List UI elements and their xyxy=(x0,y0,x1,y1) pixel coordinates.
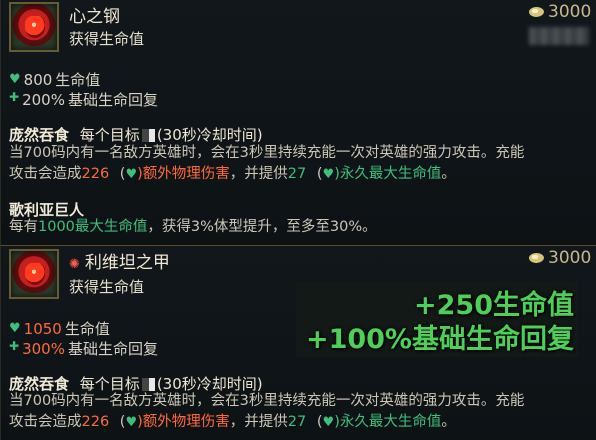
item-cost: 3000 xyxy=(529,2,591,22)
desc-text: ，获得3%体型提升，至多至30%。 xyxy=(147,219,377,235)
item-subtitle: 获得生命值 xyxy=(69,278,145,296)
max-hp-value: 27 xyxy=(287,166,307,182)
heart-icon: ♥ xyxy=(9,72,21,87)
stat-health-label: 生命值 xyxy=(64,320,110,338)
stat-health-label: 生命值 xyxy=(55,71,101,89)
max-hp-value: 27 xyxy=(287,414,307,430)
regen-icon: ✚ xyxy=(9,338,20,353)
leviathan-item-icon xyxy=(9,249,59,299)
heartsteel-item-icon xyxy=(9,2,59,52)
stat-health-value: 800 xyxy=(23,70,53,89)
blurred-region xyxy=(529,27,589,45)
max-hp-label: )永久最大生命值 xyxy=(334,414,442,430)
bonus-damage-label: )额外物理伤害 xyxy=(137,166,230,182)
passive-desc-line2: 攻击会造成226 (♥)额外物理伤害，并提供27 (♥)永久最大生命值。 xyxy=(9,164,524,185)
item-name: ✺ 利维坦之甲 xyxy=(69,248,170,273)
heart-icon: ♥ xyxy=(322,415,335,430)
heart-icon: ♥ xyxy=(9,321,21,336)
passive-desc-line2: 攻击会造成226 (♥)额外物理伤害，并提供27 (♥)永久最大生命值。 xyxy=(9,412,524,433)
item-cost-value: 3000 xyxy=(548,248,592,268)
passive-colossal-consumption: 庞然吞食 每个目标 (30秒冷却时间) xyxy=(9,124,263,145)
stat-health: ♥ 1050 生命值 xyxy=(9,318,110,339)
rarity-icon: ✺ xyxy=(69,257,80,272)
stat-regen-label: 基础生命回复 xyxy=(67,91,158,109)
stat-regen: ✚ 300% 基础生命回复 xyxy=(9,338,158,359)
desc-text: 每有 xyxy=(9,219,38,235)
regen-icon: ✚ xyxy=(9,89,20,104)
item-cost: 3000 xyxy=(529,248,591,268)
desc-text: ，并提供 xyxy=(229,414,288,430)
stat-diff-regen: +100%基础生命回复 xyxy=(305,324,574,355)
damage-value: 226 xyxy=(81,414,110,430)
passive-name: 庞然吞食 xyxy=(9,126,70,144)
item-name-text: 利维坦之甲 xyxy=(84,253,170,273)
item-cost-value: 3000 xyxy=(548,2,592,22)
item-name: 心之钢 xyxy=(69,7,120,27)
desc-text: 攻击会造成 xyxy=(9,414,82,430)
passive-description: 当700码内有一名敌方英雄时，会在3秒里持续充能一次对英雄的强力攻击。充能 攻击… xyxy=(9,143,524,185)
heart-icon: ♥ xyxy=(125,415,138,430)
gold-icon xyxy=(529,253,544,263)
stat-health-value: 1050 xyxy=(23,319,62,338)
passive-desc-line1: 当700码内有一名敌方英雄时，会在3秒里持续充能一次对英雄的强力攻击。充能 xyxy=(9,145,525,161)
passive-prefix: 每个目标 xyxy=(79,126,140,144)
desc-text: 。 xyxy=(441,414,456,430)
stat-regen-value: 200% xyxy=(22,90,65,109)
passive-cooldown: (30秒冷却时间) xyxy=(156,126,263,144)
passive-description: 当700码内有一名敌方英雄时，会在3秒里持续充能一次对英雄的强力攻击。充能 攻击… xyxy=(9,391,524,433)
stat-health: ♥ 800 生命值 xyxy=(9,69,100,90)
stat-regen-label: 基础生命回复 xyxy=(67,340,158,358)
desc-text: 。 xyxy=(441,166,456,182)
heart-icon: ♥ xyxy=(125,167,138,182)
item-subtitle: 获得生命值 xyxy=(69,30,145,48)
target-icon xyxy=(141,378,155,391)
desc-text: ，并提供 xyxy=(229,166,288,182)
passive-desc-line1: 当700码内有一名敌方英雄时，会在3秒里持续充能一次对英雄的强力攻击。充能 xyxy=(9,393,525,409)
gold-icon xyxy=(529,7,544,17)
heart-icon: ♥ xyxy=(322,167,335,182)
bonus-damage-label: )额外物理伤害 xyxy=(137,414,230,430)
damage-value: 226 xyxy=(81,166,110,182)
max-hp-highlight: 1000最大生命值 xyxy=(38,219,148,235)
item-tooltip-heartsteel: 心之钢 获得生命值 3000 ♥ 800 生命值 ✚ 200% 基础生命回复 庞然吞… xyxy=(0,0,596,245)
max-hp-label: )永久最大生命值 xyxy=(334,166,442,182)
stat-regen: ✚ 200% 基础生命回复 xyxy=(9,89,158,110)
desc-text: 攻击会造成 xyxy=(9,166,82,182)
target-icon xyxy=(141,129,155,142)
stat-regen-value: 300% xyxy=(22,339,65,358)
passive-goliath-description: 每有1000最大生命值，获得3%体型提升，至多至30%。 xyxy=(9,217,377,238)
